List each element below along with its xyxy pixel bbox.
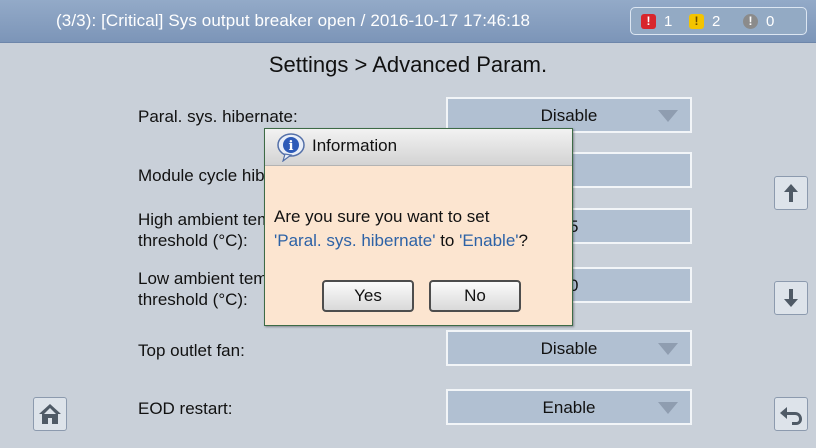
alarm-counts[interactable]: ! 1 ! 2 ! 0: [630, 7, 807, 35]
dialog-message-line1: Are you sure you want to set: [274, 207, 490, 226]
dialog-question-mark: ?: [518, 231, 528, 250]
setting-label-eod-restart: EOD restart:: [138, 399, 233, 418]
major-count: 2: [712, 12, 721, 30]
chevron-down-icon: [658, 343, 678, 355]
minor-alarm-icon: !: [743, 13, 758, 29]
alarm-message[interactable]: (3/3): [Critical] Sys output breaker ope…: [56, 11, 530, 31]
critical-alarm-icon: !: [641, 13, 656, 29]
no-button[interactable]: No: [429, 280, 521, 312]
top-outlet-fan-select[interactable]: Disable: [446, 330, 692, 366]
minor-alarm-count: ! 0: [743, 10, 774, 32]
critical-count: 1: [664, 12, 673, 30]
low-temp-label-line1: Low ambient temp.: [138, 269, 282, 288]
chevron-down-icon: [658, 402, 678, 414]
major-alarm-icon: !: [689, 13, 704, 29]
scroll-up-button[interactable]: [774, 176, 808, 210]
home-button[interactable]: [33, 397, 67, 431]
eod-restart-value: Enable: [542, 398, 596, 417]
back-button[interactable]: [774, 397, 808, 431]
dialog-message-line2: 'Paral. sys. hibernate' to 'Enable'?: [274, 231, 528, 251]
svg-text:i: i: [289, 139, 294, 154]
return-icon: [780, 407, 802, 425]
minor-count: 0: [766, 12, 775, 30]
arrow-down-icon: [784, 289, 798, 307]
arrow-up-icon: [784, 184, 798, 202]
dialog-target-value: 'Enable': [459, 231, 519, 250]
paral-hibernate-value: Disable: [540, 106, 598, 125]
chevron-down-icon: [658, 110, 678, 122]
scroll-down-button[interactable]: [774, 281, 808, 315]
critical-alarm-count: ! 1: [641, 10, 672, 32]
dialog-title-bar: i Information: [265, 129, 572, 166]
alarm-bar[interactable]: (3/3): [Critical] Sys output breaker ope…: [0, 0, 816, 43]
top-outlet-fan-value: Disable: [540, 339, 598, 358]
home-icon: [39, 404, 61, 424]
page-title: Settings > Advanced Param.: [268, 52, 548, 77]
setting-label-top-outlet-fan: Top outlet fan:: [138, 341, 245, 360]
setting-label-paral-hibernate: Paral. sys. hibernate:: [138, 107, 298, 126]
setting-label-low-temp: Low ambient temp. threshold (°C):: [138, 268, 282, 310]
info-icon: i: [277, 133, 305, 162]
major-alarm-count: ! 2: [689, 10, 720, 32]
eod-restart-select[interactable]: Enable: [446, 389, 692, 425]
dialog-connector: to: [435, 231, 460, 250]
yes-button[interactable]: Yes: [322, 280, 414, 312]
confirm-dialog: i Information Are you sure you want to s…: [264, 128, 573, 326]
dialog-param-name: 'Paral. sys. hibernate': [274, 231, 436, 250]
dialog-title: Information: [312, 136, 398, 155]
low-temp-label-line2: threshold (°C):: [138, 290, 248, 309]
